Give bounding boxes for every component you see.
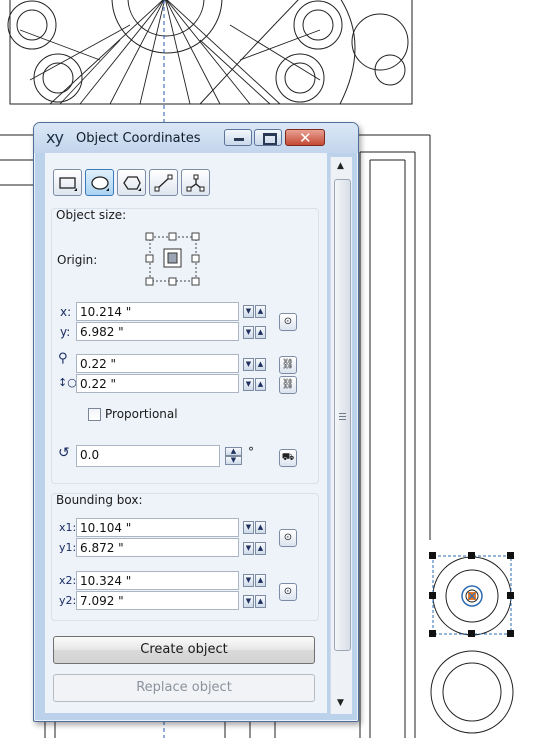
y-down-button[interactable]: ▼ [243, 326, 254, 339]
bounding-box-title: Bounding box: [56, 493, 143, 507]
target-icon: ⊙ [283, 316, 293, 327]
x2-field[interactable]: 10.324 " [76, 571, 239, 590]
link-icon: ⛓ [281, 359, 295, 370]
y2-up-button[interactable]: ▲ [255, 595, 266, 608]
object-coordinates-docker: xy Object Coordinates ✕ Object size: Ori… [33, 122, 359, 722]
bounding-box-group: Bounding box: x1: 10.104 " ▼ ▲ y1: 6.872… [51, 493, 319, 621]
apply-point1-button[interactable]: ⊙ [279, 529, 297, 547]
object-size-group: Object size: Origin: x: 10.214 " ▼ ▲ y: … [51, 208, 319, 484]
docker-content: Object size: Origin: x: 10.214 " ▼ ▲ y: … [45, 153, 327, 713]
x-label: x: [60, 305, 72, 319]
rectangle-icon [59, 177, 77, 191]
angle-field[interactable]: 0.0 [76, 445, 220, 467]
y1-down-button[interactable]: ▼ [243, 542, 254, 555]
x-down-button[interactable]: ▼ [243, 305, 254, 318]
scroll-up-icon[interactable]: ▲ [337, 161, 344, 171]
width-field[interactable]: 0.22 " [76, 354, 239, 373]
degree-unit: ° [248, 445, 254, 459]
y1-label: y1: [59, 541, 77, 554]
angle-down-button[interactable]: ▼ [225, 456, 242, 465]
polygon-tool-button[interactable] [117, 169, 146, 196]
target-icon: ⊙ [283, 532, 293, 543]
scroll-thumb[interactable] [334, 179, 351, 651]
y1-up-button[interactable]: ▲ [255, 542, 266, 555]
angle-up-button[interactable]: ▲ [225, 447, 242, 456]
rotate-object-icon: ⛟ [281, 452, 295, 463]
second-ring-object[interactable] [430, 650, 514, 734]
selected-ellipse-object[interactable] [429, 552, 514, 637]
proportional-checkbox[interactable] [88, 408, 101, 421]
origin-label: Origin: [57, 253, 98, 267]
replace-object-button[interactable]: Replace object [53, 674, 315, 702]
y-up-button[interactable]: ▲ [255, 326, 266, 339]
docker-scrollbar[interactable]: ▲ ▼ [330, 157, 352, 714]
height-lock-button[interactable]: ⛓ [279, 376, 297, 394]
apply-point2-button[interactable]: ⊙ [279, 583, 297, 601]
x-up-button[interactable]: ▲ [255, 305, 266, 318]
x2-label: x2: [59, 574, 77, 587]
height-up-button[interactable]: ▲ [255, 378, 266, 391]
y2-label: y2: [59, 594, 77, 607]
y2-field[interactable]: 7.092 " [76, 591, 239, 610]
x2-down-button[interactable]: ▼ [243, 574, 254, 587]
width-icon: ⚲ [58, 351, 68, 366]
close-button[interactable]: ✕ [285, 129, 325, 147]
height-down-button[interactable]: ▼ [243, 378, 254, 391]
line-icon [154, 174, 173, 192]
minimize-button[interactable] [224, 129, 252, 146]
y-field[interactable]: 6.982 " [76, 322, 239, 341]
rectangle-tool-button[interactable] [53, 169, 82, 196]
curve-tool-button[interactable] [181, 169, 210, 196]
y-label: y: [60, 325, 71, 339]
ellipse-icon [91, 176, 109, 191]
link-icon: ⛓ [281, 379, 295, 390]
width-down-button[interactable]: ▼ [243, 358, 254, 371]
x2-up-button[interactable]: ▲ [255, 574, 266, 587]
y2-down-button[interactable]: ▼ [243, 595, 254, 608]
window-title: Object Coordinates [76, 131, 201, 146]
width-up-button[interactable]: ▲ [255, 358, 266, 371]
scroll-down-icon[interactable]: ▼ [337, 698, 344, 708]
width-lock-button[interactable]: ⛓ [279, 356, 297, 374]
close-icon: ✕ [299, 129, 312, 147]
apply-position-button[interactable]: ⊙ [279, 313, 297, 331]
minimize-icon [234, 138, 244, 141]
top-ornament-drawing [7, 0, 413, 105]
x1-label: x1: [59, 521, 77, 534]
height-icon: ↕○ [58, 376, 77, 389]
apply-rotation-button[interactable]: ⛟ [279, 449, 297, 467]
object-size-title: Object size: [56, 208, 127, 222]
maximize-button[interactable] [254, 129, 282, 146]
maximize-icon [263, 133, 277, 145]
target-icon: ⊙ [283, 586, 293, 597]
x1-up-button[interactable]: ▲ [255, 521, 266, 534]
xy-icon: xy [46, 128, 64, 147]
origin-selector[interactable] [145, 232, 201, 286]
curve-icon [186, 174, 205, 192]
y1-field[interactable]: 6.872 " [76, 538, 239, 557]
title-bar[interactable]: xy Object Coordinates ✕ [34, 123, 358, 153]
proportional-label: Proportional [105, 407, 178, 421]
x-field[interactable]: 10.214 " [76, 302, 239, 321]
grip-icon [339, 413, 346, 414]
x1-down-button[interactable]: ▼ [243, 521, 254, 534]
rotation-icon: ↺ [58, 445, 70, 461]
line-tool-button[interactable] [149, 169, 178, 196]
polygon-icon [123, 176, 141, 191]
x1-field[interactable]: 10.104 " [76, 518, 239, 537]
ellipse-tool-button[interactable] [85, 169, 114, 196]
create-object-button[interactable]: Create object [53, 636, 315, 664]
height-field[interactable]: 0.22 " [76, 374, 239, 393]
